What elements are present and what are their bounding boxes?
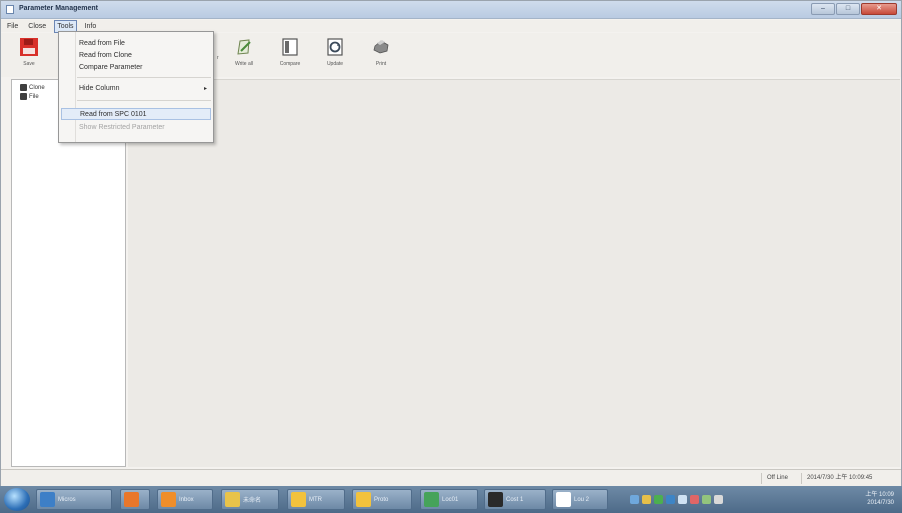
taskbar-app-label: Cost 1 — [506, 496, 524, 503]
tray-network-icon[interactable] — [630, 495, 639, 504]
tree-item-label: Clone — [29, 84, 45, 91]
window-title: Parameter Management — [19, 5, 98, 12]
menu-item-read-from-clone[interactable]: Read from Clone — [77, 50, 211, 62]
tray-volume-icon[interactable] — [678, 495, 687, 504]
maximize-button[interactable]: □ — [836, 3, 860, 15]
save-icon — [20, 38, 38, 56]
write-all-icon — [237, 39, 251, 55]
menu-separator — [77, 77, 211, 78]
taskbar-app-button[interactable]: Cost 1 — [484, 489, 546, 510]
taskbar-app-icon — [356, 492, 371, 507]
update-label: Update — [326, 61, 344, 67]
taskbar-app-button[interactable]: Proto — [352, 489, 412, 510]
toolbar-update-button[interactable]: Update — [313, 37, 357, 75]
compare-icon — [282, 38, 298, 56]
status-bar: Off Line 2014/7/30 上午 10:09:45 — [1, 469, 901, 486]
status-mode: Off Line — [761, 473, 797, 484]
taskbar-app-icon — [291, 492, 306, 507]
menu-item-show-restricted-parameter: Show Restricted Parameter — [79, 124, 165, 131]
tools-dropdown-menu: Read from File Read from Clone Compare P… — [58, 31, 214, 143]
taskbar-app-label: Loc01 — [442, 496, 459, 503]
taskbar-app-label: Micros — [58, 496, 76, 503]
toolbar-partial-label: r — [217, 55, 219, 61]
taskbar-app-button[interactable]: Lou 2 — [552, 489, 608, 510]
menu-file[interactable]: File — [5, 21, 20, 32]
clone-icon — [20, 84, 27, 91]
print-icon — [373, 40, 389, 54]
toolbar-compare-button[interactable]: Compare — [268, 37, 312, 75]
menu-close[interactable]: Close — [26, 21, 48, 32]
clock-time: 上午 10:09 — [865, 492, 894, 498]
write-all-label: Write all — [235, 61, 253, 67]
close-button[interactable]: ✕ — [861, 3, 897, 15]
workspace-area — [128, 79, 900, 467]
status-datetime: 2014/7/30 上午 10:09:45 — [801, 473, 901, 484]
menu-item-compare-parameter[interactable]: Compare Parameter — [77, 62, 211, 74]
compare-label: Compare — [279, 61, 301, 67]
taskbar-app-label: MTR — [309, 496, 322, 503]
file-icon — [20, 93, 27, 100]
print-label: Print — [375, 61, 387, 67]
taskbar-clock[interactable]: 上午 10:09 2014/7/30 — [865, 491, 894, 507]
taskbar-app-button[interactable]: Micros — [36, 489, 112, 510]
taskbar-app-icon — [161, 492, 176, 507]
toolbar-write-all-button[interactable]: Write all — [222, 37, 266, 75]
title-bar[interactable]: Parameter Management – □ ✕ — [1, 1, 901, 19]
tree-item-label: File — [29, 93, 39, 100]
taskbar-app-button[interactable]: Loc01 — [420, 489, 478, 510]
update-icon — [327, 38, 343, 56]
toolbar-print-button[interactable]: Print — [359, 37, 403, 75]
taskbar-app-button[interactable]: Inbox — [157, 489, 213, 510]
hide-column-label: Hide Column — [79, 85, 120, 92]
menu-item-read-from-file[interactable]: Read from File — [77, 38, 211, 50]
tray-app-icon[interactable] — [654, 495, 663, 504]
tray-battery-icon[interactable] — [702, 495, 711, 504]
menu-separator — [77, 100, 211, 101]
minimize-button[interactable]: – — [811, 3, 835, 15]
taskbar-app-label: 未命名 — [243, 498, 262, 504]
taskbar-app-label: Lou 2 — [574, 496, 590, 503]
submenu-arrow-icon: ▸ — [203, 86, 207, 92]
taskbar-app-button[interactable]: 未命名 — [221, 489, 279, 510]
tray-security-icon[interactable] — [690, 495, 699, 504]
menu-info[interactable]: Info — [83, 21, 99, 32]
start-button[interactable] — [4, 488, 30, 511]
app-icon — [6, 5, 14, 14]
tray-flag-icon[interactable] — [714, 495, 723, 504]
taskbar-app-button[interactable] — [120, 489, 150, 510]
taskbar: Micros Inbox 未命名 MTR Proto Loc01 Cost 1 Lou 2 上… — [0, 486, 902, 513]
taskbar-app-icon — [40, 492, 55, 507]
clock-date: 2014/7/30 — [867, 500, 894, 506]
taskbar-app-icon — [225, 492, 240, 507]
taskbar-app-icon — [424, 492, 439, 507]
taskbar-app-label: Proto — [374, 496, 389, 503]
tree-item-file[interactable]: File — [20, 93, 39, 100]
tree-item-clone[interactable]: Clone — [20, 84, 45, 91]
taskbar-app-label: Inbox — [179, 496, 194, 503]
tray-bluetooth-icon[interactable] — [666, 495, 675, 504]
taskbar-app-icon — [488, 492, 503, 507]
taskbar-app-icon — [124, 492, 139, 507]
toolbar-save-button[interactable]: Save — [7, 37, 51, 75]
menu-item-hide-column[interactable]: Hide Column ▸ — [77, 83, 211, 95]
taskbar-app-icon — [556, 492, 571, 507]
tray-folder-icon[interactable] — [642, 495, 651, 504]
system-tray — [630, 489, 850, 510]
save-label: Save — [23, 61, 35, 67]
taskbar-app-button[interactable]: MTR — [287, 489, 345, 510]
menu-item-read-from-spc[interactable]: Read from SPC 0101 — [61, 108, 211, 120]
